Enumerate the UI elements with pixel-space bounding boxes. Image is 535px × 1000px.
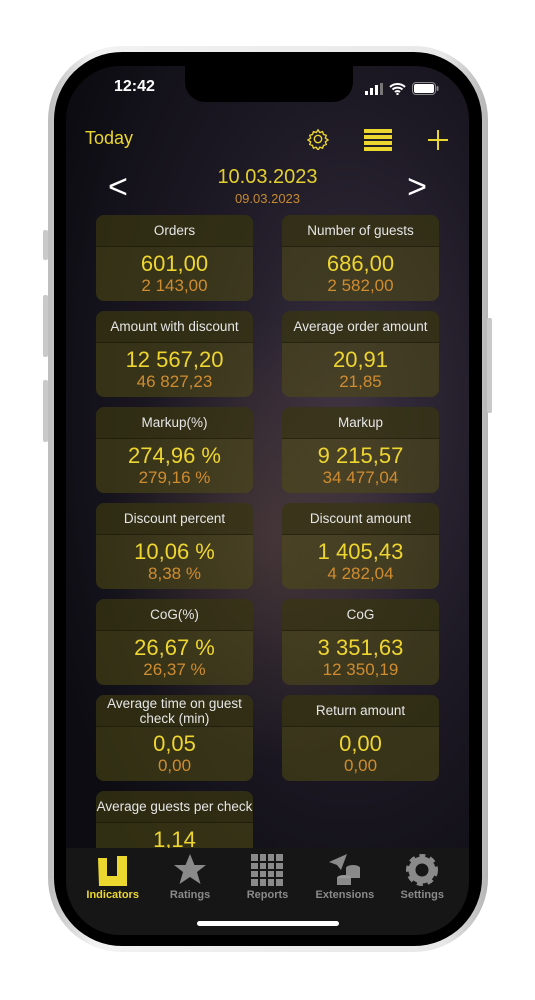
card-value: 20,91 [332, 347, 389, 372]
home-indicator[interactable] [197, 921, 339, 926]
list-icon[interactable] [364, 129, 392, 151]
card-title: Average order amount [282, 311, 439, 343]
card-title: Markup(%) [96, 407, 253, 439]
card-title: Return amount [282, 695, 439, 727]
indicator-card[interactable]: Discount amount 1 405,43 4 282,04 [282, 503, 439, 589]
card-title: CoG [282, 599, 439, 631]
tab-label: Settings [400, 889, 444, 901]
card-value: 1 405,43 [317, 539, 404, 564]
indicator-card[interactable]: CoG 3 351,63 12 350,19 [282, 599, 439, 685]
indicator-card[interactable]: Average order amount 20,91 21,85 [282, 311, 439, 397]
wifi-icon [389, 82, 406, 95]
battery-icon [412, 82, 439, 95]
card-title: Amount with discount [96, 311, 253, 343]
card-value: 274,96 % [128, 443, 221, 468]
card-previous-value: 0,00 [157, 756, 192, 775]
indicators-icon [97, 856, 127, 886]
indicator-card[interactable]: Return amount 0,00 0,00 [282, 695, 439, 781]
previous-date: 09.03.2023 [234, 191, 301, 206]
card-value: 601,00 [140, 251, 209, 276]
card-previous-value: 2 143,00 [141, 276, 208, 295]
card-previous-value: 0,00 [343, 756, 378, 775]
indicator-card[interactable]: CoG(%) 26,67 % 26,37 % [96, 599, 253, 685]
card-value: 10,06 % [134, 539, 215, 564]
card-title: Discount amount [282, 503, 439, 535]
card-value: 26,67 % [134, 635, 215, 660]
action-button [43, 230, 48, 260]
card-previous-value: 2 582,00 [327, 276, 394, 295]
tab-indicators[interactable]: Indicators [78, 852, 148, 935]
card-value: 9 215,57 [317, 443, 404, 468]
card-previous-value: 12 350,19 [322, 660, 399, 679]
tab-label: Extensions [315, 889, 375, 901]
indicator-card[interactable]: Average time on guest check (min) 0,05 0… [96, 695, 253, 781]
card-previous-value: 8,38 % [148, 564, 201, 583]
card-title: Number of guests [282, 215, 439, 247]
card-previous-value: 26,37 % [143, 660, 206, 679]
tab-label: Reports [246, 889, 289, 901]
plus-icon[interactable] [427, 129, 449, 151]
card-previous-value: 21,85 [339, 372, 382, 391]
card-title: Discount percent [96, 503, 253, 535]
dynamic-island [185, 66, 353, 102]
tab-label: Indicators [86, 889, 139, 901]
gear-icon [406, 854, 439, 886]
tab-label: Ratings [169, 889, 211, 901]
card-previous-value: 34 477,04 [322, 468, 399, 487]
card-value: 686,00 [326, 251, 395, 276]
tab-settings[interactable]: Settings [387, 852, 457, 935]
card-title: Average time on guest check (min) [96, 695, 253, 727]
indicator-card[interactable]: Markup(%) 274,96 % 279,16 % [96, 407, 253, 493]
volume-down-button [43, 380, 48, 442]
card-value: 12 567,20 [125, 347, 224, 372]
grid-icon [251, 854, 284, 886]
power-button [487, 318, 492, 413]
card-title: CoG(%) [96, 599, 253, 631]
today-button[interactable]: Today [85, 128, 133, 149]
card-previous-value: 46 827,23 [136, 372, 213, 391]
card-title: Average guests per check [96, 791, 253, 823]
card-value: 3 351,63 [317, 635, 404, 660]
gear-icon[interactable] [307, 128, 329, 150]
current-date[interactable]: 10.03.2023 [66, 166, 469, 189]
star-icon [174, 854, 207, 884]
status-time: 12:42 [114, 78, 155, 95]
indicator-card[interactable]: Number of guests 686,00 2 582,00 [282, 215, 439, 301]
card-value: 0,00 [339, 731, 382, 756]
status-icons [365, 82, 439, 95]
card-title: Markup [282, 407, 439, 439]
screen: 12:42 Today < > 10.03.2023 09.03.2023 Or… [66, 66, 469, 935]
extensions-icon [328, 854, 360, 885]
volume-up-button [43, 295, 48, 357]
indicator-card[interactable]: Orders 601,00 2 143,00 [96, 215, 253, 301]
indicator-card[interactable]: Discount percent 10,06 % 8,38 % [96, 503, 253, 589]
signal-icon [365, 82, 383, 95]
card-previous-value: 4 282,04 [327, 564, 394, 583]
indicator-card[interactable]: Markup 9 215,57 34 477,04 [282, 407, 439, 493]
card-title: Orders [96, 215, 253, 247]
card-previous-value: 279,16 % [138, 468, 211, 487]
card-value: 0,05 [153, 731, 196, 756]
indicator-card[interactable]: Amount with discount 12 567,20 46 827,23 [96, 311, 253, 397]
